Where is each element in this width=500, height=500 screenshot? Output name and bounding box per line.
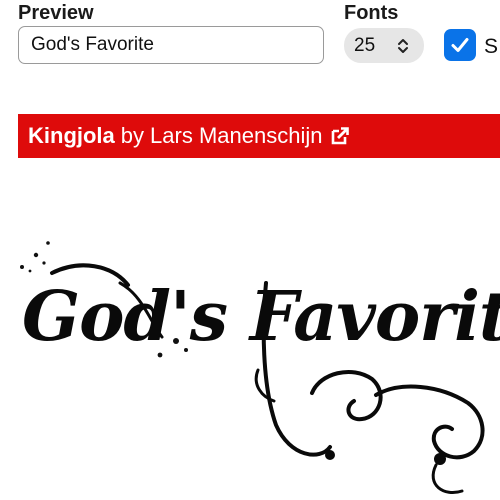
font-preview-render: God's Favorite <box>20 241 500 494</box>
preview-text-input[interactable] <box>18 26 324 64</box>
font-name-link[interactable]: Kingjola <box>28 123 115 149</box>
external-link-icon[interactable] <box>330 126 350 146</box>
preview-label: Preview <box>18 2 94 24</box>
font-banner[interactable]: Kingjola by Lars Manenschijn <box>18 114 500 158</box>
checkbox-label: S <box>484 35 499 58</box>
option-checkbox[interactable] <box>444 29 476 61</box>
by-text: by <box>120 123 145 148</box>
font-size-select[interactable]: 25 <box>344 28 424 63</box>
rendered-preview-text: God's Favorite <box>22 277 500 357</box>
flourish-dot <box>325 450 335 460</box>
fonts-label: Fonts <box>344 2 399 24</box>
font-preview-page: Preview Fonts 25 S Kingjola by Lars Mane… <box>0 0 500 500</box>
designer-link[interactable]: Lars Manenschijn <box>150 123 322 149</box>
checkmark-icon <box>451 38 469 52</box>
flourish-dot <box>434 453 446 465</box>
font-size-value: 25 <box>354 34 376 56</box>
chevron-up-down-icon <box>398 38 408 53</box>
